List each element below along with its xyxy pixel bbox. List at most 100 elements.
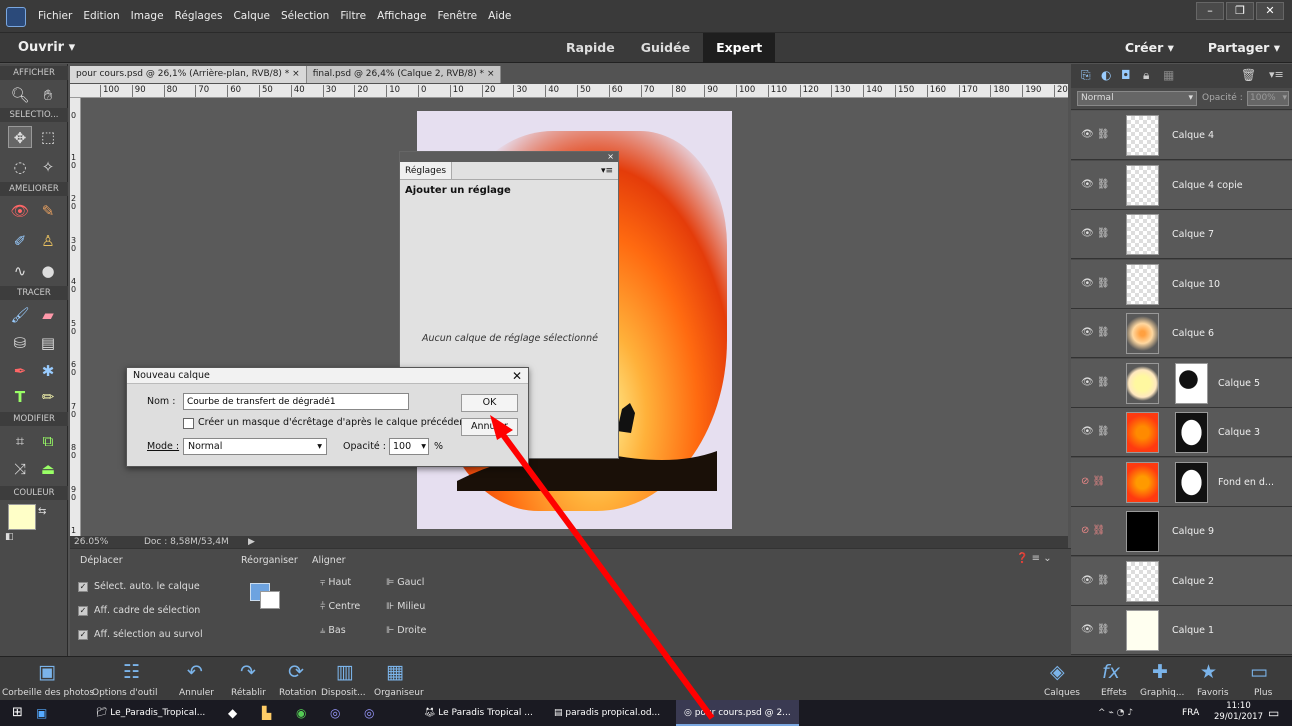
panel-menu-icon[interactable]: ▾≡	[1269, 68, 1284, 81]
align-middle[interactable]: ⊪ Milieu	[386, 601, 425, 612]
layer-thumbnail[interactable]	[1126, 560, 1159, 602]
checkbox-checked-icon[interactable]: ✓	[78, 629, 88, 640]
layer-thumbnail[interactable]	[1126, 263, 1159, 305]
layer-row[interactable]: ⊘ ⛓ Fond en d...	[1071, 457, 1292, 507]
healing-brush-icon[interactable]: ✎	[36, 200, 60, 222]
photo-bin-icon[interactable]: ▣	[38, 661, 56, 683]
menu-selection[interactable]: Sélection	[281, 10, 329, 22]
checkbox-checked-icon[interactable]: ✓	[78, 605, 88, 616]
layer-row[interactable]: 👁︎ ⛓ Calque 2	[1071, 556, 1292, 606]
align-top[interactable]: ⫧ Haut	[320, 577, 351, 588]
visibility-hidden-icon[interactable]: ⊘ ⛓	[1081, 525, 1105, 536]
hand-tool-icon[interactable]: ✋︎	[36, 84, 60, 106]
menu-aide[interactable]: Aide	[488, 10, 511, 22]
align-center[interactable]: ⫩ Centre	[320, 601, 360, 612]
mode-select[interactable]: Normal ▾	[183, 438, 327, 455]
organizer-icon[interactable]: ▦	[386, 661, 404, 683]
windows-start-icon[interactable]: ⊞	[12, 700, 23, 726]
layer-name-input[interactable]	[183, 393, 409, 410]
text-tool-icon[interactable]: T	[8, 386, 32, 408]
dock-label-layout[interactable]: Disposit...	[321, 688, 366, 698]
zoom-tool-icon[interactable]: 🔍︎	[8, 84, 32, 106]
brush-tool-icon[interactable]: 🖌︎	[8, 304, 32, 326]
tab-expert[interactable]: Expert	[703, 33, 776, 63]
marquee-tool-icon[interactable]: ⬚	[36, 126, 60, 148]
layer-thumbnail[interactable]	[1126, 313, 1159, 354]
panel-menu-icon[interactable]: ▾≡	[595, 162, 618, 179]
recompose-tool-icon[interactable]: ⧉	[36, 430, 60, 452]
undo-icon[interactable]: ↶	[187, 661, 203, 683]
doc-tab-pour-cours[interactable]: pour cours.psd @ 26,1% (Arrière-plan, RV…	[70, 66, 307, 83]
taskbar-item-document[interactable]: ▤ paradis propical.od...	[548, 700, 666, 726]
redo-icon[interactable]: ↷	[240, 661, 256, 683]
more-icon[interactable]: ▭	[1250, 661, 1268, 683]
checkbox-checked-icon[interactable]: ✓	[78, 581, 88, 592]
create-button[interactable]: Créer ▾	[1125, 40, 1174, 55]
auto-select-option[interactable]: ✓ Sélect. auto. le calque	[78, 581, 200, 592]
foreground-color-swatch[interactable]	[8, 504, 36, 530]
trash-icon[interactable]: 🗑︎	[1241, 68, 1256, 82]
clone-stamp-icon[interactable]: ♙	[36, 230, 60, 252]
taskbar-explorer-icon[interactable]: ▙	[262, 700, 271, 726]
effects-icon[interactable]: fx	[1102, 661, 1120, 683]
smart-brush-icon[interactable]: ✐	[8, 230, 32, 252]
visibility-eye-icon[interactable]: 👁︎ ⛓	[1081, 129, 1110, 140]
layer-mask-thumbnail[interactable]	[1175, 461, 1208, 503]
visibility-eye-icon[interactable]: 👁︎ ⛓	[1081, 327, 1110, 338]
layer-mask-thumbnail[interactable]	[1175, 362, 1208, 404]
lasso-tool-icon[interactable]: ◌	[8, 156, 32, 178]
layer-row[interactable]: 👁︎ ⛓ Calque 10	[1071, 259, 1292, 309]
layer-row[interactable]: 👁︎ ⛓ Calque 6	[1071, 309, 1292, 358]
layout-icon[interactable]: ▥	[336, 661, 354, 683]
taskbar-app-icon[interactable]: ▣	[36, 700, 47, 726]
layer-thumbnail[interactable]	[1126, 115, 1159, 156]
taskbar-item-firefox[interactable]: 🦊︎ Le Paradis Tropical ...	[418, 700, 539, 726]
tray-clock[interactable]: 11:10 29/01/2017	[1214, 701, 1263, 723]
open-button[interactable]: Ouvrir ▾	[18, 40, 75, 55]
layer-mask-thumbnail[interactable]	[1175, 412, 1208, 453]
zoom-level[interactable]: 26.05%	[74, 536, 108, 548]
align-right[interactable]: ⊩ Droite	[386, 625, 426, 636]
layer-thumbnail[interactable]	[1126, 214, 1159, 255]
dock-label-layers[interactable]: Calques	[1044, 688, 1080, 698]
dock-label-effects[interactable]: Effets	[1101, 688, 1127, 698]
layer-row[interactable]: 👁︎ ⛓ Calque 7	[1071, 210, 1292, 259]
dock-label-undo[interactable]: Annuler	[179, 688, 214, 698]
eraser-tool-icon[interactable]: ▰	[36, 304, 60, 326]
visibility-eye-icon[interactable]: 👁︎ ⛓	[1081, 624, 1110, 635]
clipping-mask-checkbox[interactable]	[183, 418, 194, 429]
dock-label-tool-options[interactable]: Options d'outil	[92, 688, 158, 698]
align-left[interactable]: ⊫ Gaucl	[386, 577, 424, 588]
minimize-icon[interactable]: –	[1196, 2, 1224, 20]
layer-row[interactable]: ⊘ ⛓ Calque 9	[1071, 507, 1292, 556]
close-tab-icon[interactable]: ×	[487, 69, 495, 79]
move-tool-icon[interactable]: ✥	[8, 126, 32, 148]
lock-transparency-icon[interactable]: ▦	[1163, 68, 1174, 82]
doc-tab-final[interactable]: final.psd @ 26,4% (Calque 2, RVB/8) * ×	[306, 66, 502, 83]
visibility-eye-icon[interactable]: 👁︎ ⛓	[1081, 377, 1110, 388]
paint-bucket-icon[interactable]: ⛁	[8, 332, 32, 354]
tab-reglages[interactable]: Réglages	[400, 162, 453, 179]
restore-icon[interactable]: ❐	[1226, 2, 1254, 20]
share-button[interactable]: Partager ▾	[1208, 40, 1280, 55]
taskbar-item-pour-cours[interactable]: ◎ pour cours.psd @ 2...	[676, 700, 799, 726]
menu-fenetre[interactable]: Fenêtre	[437, 10, 477, 22]
layer-row[interactable]: 👁︎ ⛓ Calque 4 copie	[1071, 160, 1292, 210]
close-dialog-icon[interactable]: ✕	[512, 368, 522, 384]
menu-reglages[interactable]: Réglages	[175, 10, 223, 22]
align-bottom[interactable]: ⫨ Bas	[320, 625, 346, 636]
dock-label-rotate[interactable]: Rotation	[279, 688, 317, 698]
swap-colors-icon[interactable]: ⇆	[38, 506, 46, 517]
straighten-tool-icon[interactable]: ⏏	[36, 458, 60, 480]
taskbar-elements-icon[interactable]: ◎	[330, 700, 340, 726]
tray-language[interactable]: FRA	[1182, 700, 1199, 726]
layer-opacity-input[interactable]: 100% ▾	[1247, 91, 1289, 106]
content-move-icon[interactable]: ⤨	[8, 458, 32, 480]
menu-image[interactable]: Image	[131, 10, 164, 22]
cancel-button[interactable]: Annuler	[461, 418, 518, 436]
visibility-eye-icon[interactable]: 👁︎ ⛓	[1081, 575, 1110, 586]
status-menu-icon[interactable]: ▶	[248, 536, 255, 548]
layer-thumbnail[interactable]	[1126, 362, 1159, 404]
taskbar-item-folder[interactable]: 📁︎ Le_Paradis_Tropical...	[92, 700, 205, 726]
blend-mode-select[interactable]: Normal ▾	[1077, 91, 1197, 106]
